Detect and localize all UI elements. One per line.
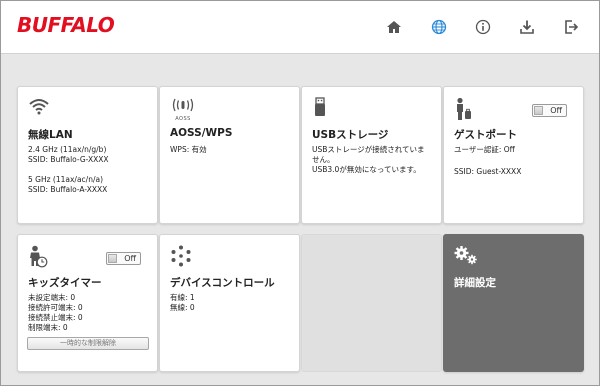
card-title: 詳細設定 xyxy=(454,277,496,289)
header-bar: BUFFALO xyxy=(1,1,599,54)
card-title: ゲストポート xyxy=(454,129,517,141)
card-wireless-lan[interactable]: 無線LAN 2.4 GHz (11ax/n/g/b) SSID: Buffalo… xyxy=(17,86,158,224)
card-advanced-settings[interactable]: 詳細設定 xyxy=(443,234,584,372)
usb-status-line: USBストレージが接続されていま xyxy=(312,145,425,154)
guest-ssid: SSID: Guest-XXXX xyxy=(454,167,522,176)
gear-icon xyxy=(454,245,478,269)
unset-devices-count: 未設定端末: 0 xyxy=(28,293,76,302)
buffalo-logo: BUFFALO xyxy=(17,13,115,37)
guest-auth-status: ユーザー認証: Off xyxy=(454,145,515,154)
guest-port-toggle[interactable]: Off xyxy=(532,104,567,117)
aoss-icon-caption: AOSS xyxy=(175,116,191,122)
card-usb-storage[interactable]: USBストレージ USBストレージが接続されていま せん。 USB3.0が無効に… xyxy=(301,86,442,224)
toggle-label: Off xyxy=(124,254,136,263)
info-icon[interactable] xyxy=(471,15,495,39)
allowed-devices-count: 接続許可端末: 0 xyxy=(28,303,83,312)
card-title: デバイスコントロール xyxy=(170,277,275,289)
toggle-knob xyxy=(108,254,117,263)
ssid-5-text: SSID: Buffalo-A-XXXX xyxy=(28,185,108,194)
home-icon[interactable] xyxy=(382,15,406,39)
card-empty-slot xyxy=(301,234,442,372)
download-icon[interactable] xyxy=(515,15,539,39)
wireless-count: 無線: 0 xyxy=(170,303,195,312)
blocked-devices-count: 接続禁止端末: 0 xyxy=(28,313,83,322)
usb3-status: USB3.0が無効になっています。 xyxy=(312,165,421,174)
card-guest-port[interactable]: Off ゲストポート ユーザー認証: Off SSID: Guest-XXXX xyxy=(443,86,584,224)
globe-icon[interactable] xyxy=(427,15,451,39)
card-aoss-wps[interactable]: AOSS AOSS/WPS WPS: 有効 xyxy=(159,86,300,224)
limited-devices-count: 制限端末: 0 xyxy=(28,323,68,332)
wifi-icon xyxy=(28,97,50,119)
temporary-release-button[interactable]: 一時的な制限解除 xyxy=(27,337,149,350)
usb-icon xyxy=(312,97,328,121)
card-title: キッズタイマー xyxy=(28,277,102,289)
logout-icon[interactable] xyxy=(559,15,583,39)
card-title: AOSS/WPS xyxy=(170,127,233,139)
card-title: USBストレージ xyxy=(312,129,389,141)
kids-timer-icon xyxy=(28,245,48,273)
ssid-24-text: SSID: Buffalo-G-XXXX xyxy=(28,155,109,164)
card-title: 無線LAN xyxy=(28,129,73,141)
kids-timer-toggle[interactable]: Off xyxy=(106,252,141,265)
toggle-knob xyxy=(534,106,543,115)
usb-status-line: せん。 xyxy=(312,155,335,164)
band-24-text: 2.4 GHz (11ax/n/g/b) xyxy=(28,145,107,154)
wps-status: WPS: 有効 xyxy=(170,145,207,154)
band-5-text: 5 GHz (11ax/ac/n/a) xyxy=(28,175,104,184)
card-kids-timer[interactable]: Off キッズタイマー 未設定端末: 0 接続許可端末: 0 接続禁止端末: 0… xyxy=(17,234,158,372)
card-device-control[interactable]: デバイスコントロール 有線: 1 無線: 0 xyxy=(159,234,300,372)
device-control-icon xyxy=(170,245,192,271)
guest-person-icon xyxy=(454,97,472,125)
wired-count: 有線: 1 xyxy=(170,293,195,302)
toggle-label: Off xyxy=(550,106,562,115)
aoss-icon: AOSS xyxy=(170,97,196,122)
